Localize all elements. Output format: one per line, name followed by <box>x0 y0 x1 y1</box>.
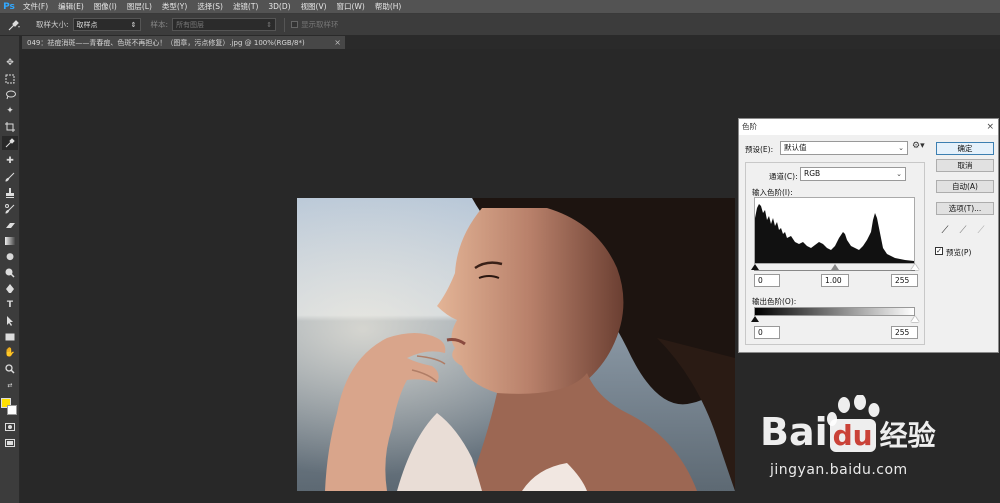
input-black-field[interactable]: 0 <box>754 274 780 287</box>
lasso-tool-icon[interactable] <box>2 88 18 102</box>
eyedropper-tool-preset-icon[interactable] <box>0 16 28 34</box>
history-brush-icon[interactable] <box>2 202 18 216</box>
document-tab-title: 049：祛痘消斑——青春痘、色斑不再担心！（图章，污点修复）.jpg @ 100… <box>27 38 305 47</box>
type-tool-icon[interactable]: T <box>2 298 18 312</box>
channel-label: 通道(C): <box>769 172 798 181</box>
cancel-button[interactable]: 取消 <box>936 159 994 172</box>
show-ring-checkbox[interactable] <box>291 21 299 28</box>
crop-tool-icon[interactable] <box>2 120 18 134</box>
tools-panel: ✥ ✦ ✚ ● T ✋ ⇄ <box>0 36 20 503</box>
watermark-brand: Bai du 经验 <box>760 410 936 454</box>
healing-brush-icon[interactable]: ✚ <box>2 154 18 168</box>
move-tool-icon[interactable]: ✥ <box>2 56 18 70</box>
menu-3d[interactable]: 3D(D) <box>263 0 295 14</box>
canvas-image[interactable] <box>297 198 735 491</box>
menu-layer[interactable]: 图层(L) <box>122 0 157 14</box>
sample-select[interactable]: 所有图层 ⇕ <box>172 18 277 31</box>
menu-file[interactable]: 文件(F) <box>18 0 53 14</box>
blur-tool-icon[interactable]: ● <box>2 250 18 264</box>
eyedropper-tool-icon[interactable] <box>2 136 18 150</box>
white-point-eyedropper-icon[interactable]: ⟋ <box>975 225 987 237</box>
chevron-down-icon: ⇕ <box>130 20 137 29</box>
chevron-down-icon: ⌄ <box>898 144 904 152</box>
menu-select[interactable]: 选择(S) <box>192 0 228 14</box>
preset-label: 预设(E): <box>745 145 774 154</box>
chevron-down-icon: ⌄ <box>896 170 902 178</box>
input-slider-track <box>754 270 915 271</box>
menu-edit[interactable]: 编辑(E) <box>53 0 89 14</box>
quick-mask-icon[interactable] <box>2 420 18 434</box>
show-ring-label: 显示取样环 <box>301 20 339 29</box>
divider <box>284 17 286 32</box>
preview-label: 预览(P) <box>946 248 972 257</box>
sample-size-label: 取样大小: <box>36 20 69 29</box>
input-gamma-field[interactable]: 1.00 <box>821 274 849 287</box>
close-icon[interactable]: × <box>334 36 341 49</box>
close-icon[interactable]: × <box>986 119 994 135</box>
gradient-tool-icon[interactable] <box>2 234 18 248</box>
dialog-title-bar[interactable]: 色阶 × <box>739 119 998 135</box>
options-button[interactable]: 选项(T)... <box>936 202 994 215</box>
dialog-title: 色阶 <box>742 122 757 131</box>
options-bar: 取样大小: 取样点 ⇕ 样本: 所有图层 ⇕ 显示取样环 <box>0 14 1000 36</box>
eraser-tool-icon[interactable] <box>2 218 18 232</box>
input-gamma-slider[interactable] <box>831 264 839 270</box>
output-white-slider[interactable] <box>911 316 919 322</box>
ok-button[interactable]: 确定 <box>936 142 994 155</box>
brush-tool-icon[interactable] <box>2 170 18 184</box>
clone-stamp-icon[interactable] <box>2 186 18 200</box>
menu-window[interactable]: 窗口(W) <box>332 0 370 14</box>
input-white-slider[interactable] <box>911 264 919 270</box>
sample-size-select[interactable]: 取样点 ⇕ <box>72 18 141 31</box>
baidu-jingyan-watermark: Bai du 经验 <box>760 394 990 495</box>
document-tab[interactable]: 049：祛痘消斑——青春痘、色斑不再担心！（图章，污点修复）.jpg @ 100… <box>22 36 345 49</box>
input-white-field[interactable]: 255 <box>891 274 918 287</box>
marquee-tool-icon[interactable] <box>2 72 18 86</box>
pen-tool-icon[interactable] <box>2 282 18 296</box>
menu-type[interactable]: 类型(Y) <box>157 0 192 14</box>
menu-filter[interactable]: 滤镜(T) <box>228 0 263 14</box>
hand-tool-icon[interactable]: ✋ <box>2 346 18 360</box>
watermark-url: jingyan.baidu.com <box>770 462 908 478</box>
menu-help[interactable]: 帮助(H) <box>370 0 407 14</box>
menu-bar: Ps 文件(F) 编辑(E) 图像(I) 图层(L) 类型(Y) 选择(S) 滤… <box>0 0 1000 14</box>
zoom-tool-icon[interactable] <box>2 362 18 376</box>
menu-image[interactable]: 图像(I) <box>89 0 122 14</box>
reset-colors-icon[interactable]: ⇄ <box>2 378 18 392</box>
screen-mode-icon[interactable] <box>2 436 18 450</box>
output-levels-label: 输出色阶(O): <box>752 297 797 306</box>
output-white-field[interactable]: 255 <box>891 326 918 339</box>
preset-options-gear-icon[interactable]: ⚙▾ <box>912 141 925 151</box>
magic-wand-icon[interactable]: ✦ <box>2 104 18 118</box>
output-black-field[interactable]: 0 <box>754 326 780 339</box>
preview-checkbox[interactable]: ✓ <box>935 247 943 255</box>
sample-label: 样本: <box>150 20 169 29</box>
rectangle-tool-icon[interactable] <box>2 330 18 344</box>
histogram <box>754 197 915 264</box>
dodge-tool-icon[interactable] <box>2 266 18 280</box>
path-selection-icon[interactable] <box>2 314 18 328</box>
document-tab-strip: 049：祛痘消斑——青春痘、色斑不再担心！（图章，污点修复）.jpg @ 100… <box>22 36 1000 49</box>
output-black-slider[interactable] <box>751 316 759 322</box>
gray-point-eyedropper-icon[interactable]: ⟋ <box>957 225 969 237</box>
preset-select[interactable]: 默认值 ⌄ <box>780 141 908 155</box>
chevron-down-icon: ⇕ <box>266 20 273 29</box>
channel-select[interactable]: RGB ⌄ <box>800 167 906 181</box>
photo-portrait <box>297 198 735 491</box>
input-black-slider[interactable] <box>751 264 759 270</box>
background-color-swatch[interactable] <box>7 405 17 415</box>
photoshop-logo: Ps <box>3 1 15 12</box>
black-point-eyedropper-icon[interactable]: ⟋ <box>939 225 951 237</box>
auto-button[interactable]: 自动(A) <box>936 180 994 193</box>
output-gradient-bar <box>754 307 915 316</box>
menu-view[interactable]: 视图(V) <box>296 0 332 14</box>
